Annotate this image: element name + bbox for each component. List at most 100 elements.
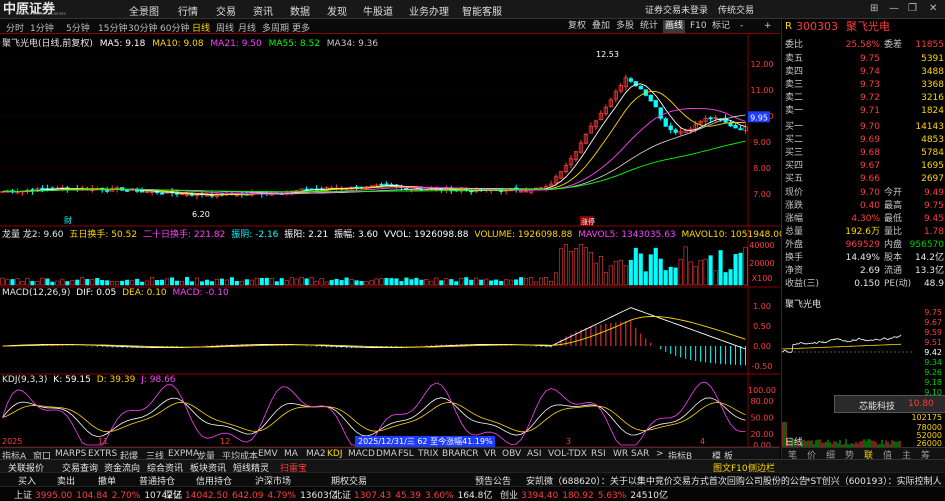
indicator-tab[interactable]: KDJ xyxy=(327,449,343,459)
period-5min[interactable]: 5分钟 xyxy=(66,21,90,34)
period-monthly[interactable]: 月线 xyxy=(238,21,256,34)
zoom-in-button[interactable]: + xyxy=(764,20,772,33)
indicator-tab[interactable]: VR xyxy=(484,449,496,459)
period-1min[interactable]: 1分钟 xyxy=(30,21,54,34)
chart-area[interactable]: 12.0011.0010.009.008.007.009.9512.536.20… xyxy=(0,34,785,450)
bid-price: 9.66 xyxy=(859,174,880,184)
tool-f10[interactable]: F10 xyxy=(690,20,707,33)
menu-business[interactable]: 业务办理 xyxy=(409,3,449,18)
indicator-tab[interactable]: BRAR xyxy=(442,449,466,459)
indicator-tab[interactable]: EXPMA xyxy=(168,449,199,459)
index-quote[interactable]: 深证 14042.50 642.09 4.79% 13603亿 xyxy=(164,488,338,501)
indicator-tab[interactable]: EMV xyxy=(258,449,278,459)
bid-row[interactable]: 买二 9.69 4853 xyxy=(782,134,945,146)
tool-adjust[interactable]: 复权 xyxy=(568,20,586,33)
period-multi[interactable]: 多周期 xyxy=(262,21,289,34)
volume-bar xyxy=(464,277,469,286)
indicator-tab[interactable]: > xyxy=(656,449,664,459)
stat-value-2: 1.78 xyxy=(923,227,944,237)
login-status[interactable]: 证券交易未登录 xyxy=(645,3,708,16)
menu-icon[interactable]: R xyxy=(785,21,792,33)
indicator-tab[interactable]: TRIX xyxy=(418,449,439,459)
vol-item-1: 五日换手: 50.52 xyxy=(69,230,138,240)
minimize-icon[interactable]: — xyxy=(889,3,899,14)
stat-label-2: 最低 xyxy=(884,214,903,224)
volume-bar xyxy=(703,258,708,286)
stat-value: 0.40 xyxy=(859,201,880,211)
indicator-tab[interactable]: DMA xyxy=(376,449,397,459)
ask-row[interactable]: 卖三 9.73 3368 xyxy=(782,79,945,91)
bid-row[interactable]: 买四 9.67 1695 xyxy=(782,160,945,172)
ma-line-55 xyxy=(2,140,746,193)
price-tick-label: 11.00 xyxy=(751,86,774,95)
index-quote[interactable]: 创业 3394.40 180.92 5.63% 24510亿 xyxy=(500,488,668,501)
indicator-tab[interactable]: RSI xyxy=(591,449,606,459)
menu-news[interactable]: 资讯 xyxy=(253,3,273,18)
volume-bar xyxy=(449,279,454,286)
indicator-tab[interactable]: ASI xyxy=(527,449,542,459)
close-icon[interactable]: ✕ xyxy=(929,3,937,14)
tool-draw[interactable]: 画线 xyxy=(663,20,686,33)
volume-bar xyxy=(234,280,239,286)
stat-value: 14.49% xyxy=(845,253,880,263)
tool-mark[interactable]: 标记 xyxy=(712,20,730,33)
tool-overlay[interactable]: 叠加 xyxy=(592,20,610,33)
indicator-tab[interactable]: MA xyxy=(284,449,298,459)
indicator-tab[interactable]: MACD xyxy=(348,449,375,459)
indicator-tab[interactable]: MARPS xyxy=(55,449,86,459)
volume-bar xyxy=(603,272,608,286)
vol-item-3: 振阴: -2.16 xyxy=(231,230,279,240)
menu-panorama[interactable]: 全景图 xyxy=(129,3,159,18)
bid-volume: 5784 xyxy=(921,148,944,158)
macd-tick-label: 0.50 xyxy=(753,322,771,331)
volume-bar xyxy=(668,266,673,286)
menu-trade[interactable]: 交易 xyxy=(216,3,236,18)
menu-bull-road[interactable]: 牛股道 xyxy=(363,3,393,18)
indicator-tab[interactable]: FSL xyxy=(398,449,414,459)
period-daily[interactable]: 日线 xyxy=(192,21,210,34)
menu-discover[interactable]: 发现 xyxy=(327,3,347,18)
bid-row[interactable]: 买五 9.66 2697 xyxy=(782,173,945,185)
ask-row[interactable]: 卖五 9.75 5391 xyxy=(782,53,945,65)
restore-icon[interactable]: ❐ xyxy=(908,3,917,14)
stock-popup[interactable]: 芯能科技 10.80 xyxy=(834,395,945,413)
mini-intraday-chart[interactable]: 9.759.679.599.519.429.349.269.189.101021… xyxy=(782,307,945,447)
indicator-tab[interactable]: EXTRS xyxy=(88,449,117,459)
indicator-tab[interactable]: OBV xyxy=(502,449,521,459)
bid-row[interactable]: 买一 9.70 14143 xyxy=(782,121,945,133)
indicator-tab[interactable]: CR xyxy=(466,449,479,459)
tool-stats[interactable]: 统计 xyxy=(640,20,658,33)
period-more[interactable]: 更多 xyxy=(292,21,310,34)
ask-row[interactable]: 卖二 9.72 3216 xyxy=(782,92,945,104)
menu-quotes[interactable]: 行情 xyxy=(178,3,198,18)
volume-bar xyxy=(80,277,85,286)
tool-multi-stock[interactable]: 多股 xyxy=(616,20,634,33)
period-15min[interactable]: 15分钟 xyxy=(98,21,127,34)
menu-data[interactable]: 数据 xyxy=(290,3,310,18)
indicator-tab[interactable]: MA2 xyxy=(306,449,326,459)
indicator-tab[interactable]: SAR xyxy=(631,449,649,459)
index-quote[interactable]: 上证 3995.00 104.84 2.70% 10742亿 xyxy=(14,488,182,501)
period-timeshare[interactable]: 分时 xyxy=(6,21,24,34)
bid-row[interactable]: 买三 9.68 5784 xyxy=(782,147,945,159)
volume-bar xyxy=(115,281,120,286)
indicator-tab[interactable]: WR xyxy=(613,449,628,459)
mini-price-tick: 9.26 xyxy=(924,368,942,377)
candle-body xyxy=(653,100,658,108)
volume-bar xyxy=(439,280,444,286)
layout-icon[interactable]: ⊞ xyxy=(870,3,878,14)
ask-row[interactable]: 卖四 9.74 3488 xyxy=(782,66,945,78)
index-quote[interactable]: 北证 1307.43 45.39 3.60% 164.8亿 xyxy=(333,488,492,501)
period-weekly[interactable]: 周线 xyxy=(216,21,234,34)
menu-support[interactable]: 智能客服 xyxy=(462,3,502,18)
vol-item-5: 振幅: 3.60 xyxy=(334,230,379,240)
period-60min[interactable]: 60分钟 xyxy=(160,21,189,34)
volume-bar xyxy=(289,277,294,286)
period-30min[interactable]: 30分钟 xyxy=(128,21,157,34)
ask-row[interactable]: 卖一 9.71 1824 xyxy=(782,105,945,117)
stock-chart-svg[interactable]: 12.0011.0010.009.008.007.009.9512.536.20… xyxy=(0,34,780,450)
indicator-tab[interactable]: VOL-TDX xyxy=(548,449,587,459)
volume-bar xyxy=(259,278,264,286)
zoom-out-button[interactable]: - xyxy=(740,20,743,33)
traditional-trade-link[interactable]: 传统交易 xyxy=(718,3,754,16)
